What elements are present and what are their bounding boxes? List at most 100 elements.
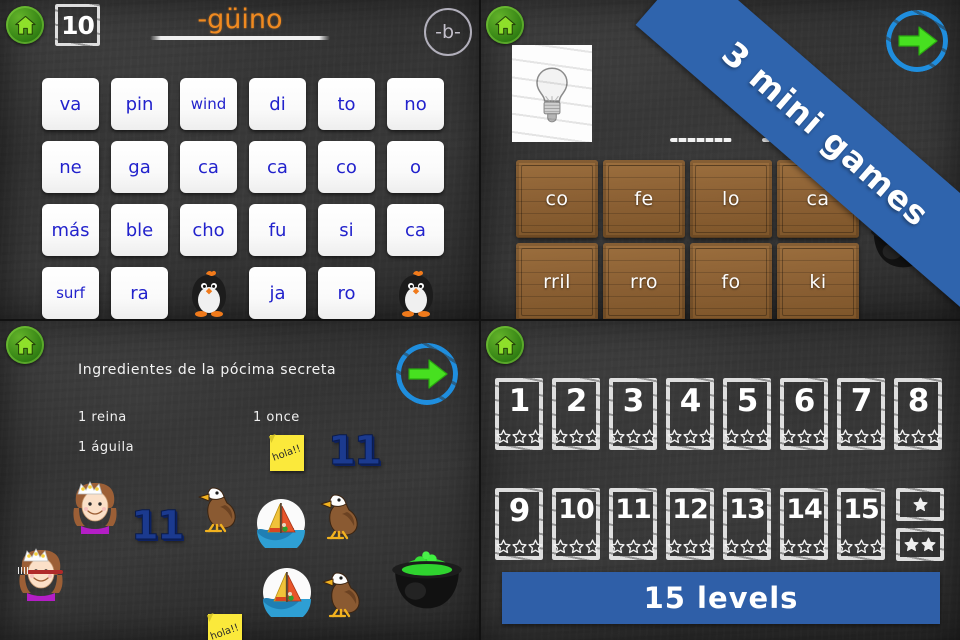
level-stars [723, 539, 771, 554]
star-empty-icon [511, 429, 527, 444]
syllable-card-text: o [409, 156, 421, 178]
syllable-card[interactable]: co [318, 141, 375, 193]
syllable-card[interactable]: ca [180, 141, 237, 193]
wooden-syllable-tile[interactable]: rril [516, 243, 598, 320]
home-icon [14, 335, 36, 355]
syllable-card[interactable]: ne [42, 141, 99, 193]
sailboat-sprite[interactable] [256, 498, 306, 554]
arrow-right-icon [408, 359, 448, 389]
syllable-card[interactable]: di [249, 78, 306, 130]
eagle-sprite[interactable] [318, 490, 362, 544]
number-sprite[interactable]: 11 [131, 503, 186, 550]
level-stars [609, 429, 657, 444]
eagle-icon [198, 487, 236, 533]
syllable-card[interactable]: más [42, 204, 99, 256]
syllable-card[interactable]: ja [249, 267, 306, 319]
level-tile[interactable]: 14 [780, 488, 828, 560]
level-tile[interactable]: 13 [723, 488, 771, 560]
arrow-right-icon [898, 26, 938, 56]
level-tile[interactable]: 10 [552, 488, 600, 560]
bonus-level-tile[interactable] [896, 488, 944, 521]
syllable-card[interactable]: ra [111, 267, 168, 319]
star-empty-icon [812, 539, 828, 554]
number-sprite[interactable]: 11 [328, 428, 383, 475]
level-tile[interactable]: 6 [780, 378, 828, 450]
syllable-card[interactable]: wind [180, 78, 237, 130]
sticky-note-text: hola!! [209, 621, 241, 640]
target-word: -güino [150, 4, 330, 40]
sticky-note[interactable]: hola!! [207, 613, 242, 640]
syllable-card[interactable]: fu [249, 204, 306, 256]
wooden-tile-text: fo [721, 271, 741, 293]
toothbrush-sprite[interactable] [18, 567, 66, 576]
level-tile[interactable]: 2 [552, 378, 600, 450]
home-button[interactable] [486, 6, 524, 44]
home-icon [494, 335, 516, 355]
home-button[interactable] [6, 326, 44, 364]
wooden-syllable-tile[interactable]: rro [603, 243, 685, 320]
syllable-card[interactable]: ga [111, 141, 168, 193]
wooden-syllable-tile[interactable]: co [516, 160, 598, 238]
syllable-card[interactable]: to [318, 78, 375, 130]
home-button[interactable] [486, 326, 524, 364]
star-empty-icon [926, 429, 942, 444]
syllable-card[interactable]: o [387, 141, 444, 193]
eagle-sprite[interactable] [196, 483, 240, 537]
syllable-card[interactable]: pin [111, 78, 168, 130]
star-empty-icon [723, 429, 739, 444]
star-empty-icon [796, 539, 812, 554]
star-empty-icon [837, 539, 853, 554]
syllable-card-text: si [339, 219, 354, 241]
level-tile[interactable]: 12 [666, 488, 714, 560]
queen-sprite[interactable] [70, 478, 120, 538]
syllable-card[interactable]: ca [387, 204, 444, 256]
level-tile[interactable]: 9 [495, 488, 543, 560]
level-tile[interactable]: 11 [609, 488, 657, 560]
wooden-syllable-tile[interactable]: fe [603, 160, 685, 238]
syllable-card[interactable]: cho [180, 204, 237, 256]
bonus-level-tile[interactable] [896, 528, 944, 561]
level-tile[interactable]: 3 [609, 378, 657, 450]
star-empty-icon [780, 429, 796, 444]
syllable-card-text: co [336, 156, 357, 178]
level-tile[interactable]: 5 [723, 378, 771, 450]
level-tile[interactable]: 8 [894, 378, 942, 450]
syllable-card-text: va [59, 93, 82, 115]
syllable-card[interactable]: si [318, 204, 375, 256]
level-tile-number: 11 [615, 494, 652, 525]
level-stars [723, 429, 771, 444]
eagle-sprite[interactable] [320, 568, 364, 622]
syllable-card[interactable]: ro [318, 267, 375, 319]
penguin-character[interactable] [180, 267, 237, 319]
syllable-card-text: cho [192, 219, 225, 241]
sailboat-sprite[interactable] [262, 567, 312, 623]
eagle-icon [320, 494, 358, 540]
star-empty-icon [894, 429, 910, 444]
next-button[interactable] [886, 10, 948, 72]
syllable-card[interactable]: no [387, 78, 444, 130]
level-stars [837, 539, 885, 554]
level-tile[interactable]: 1 [495, 378, 543, 450]
star-empty-icon [527, 539, 543, 554]
wooden-syllable-tile[interactable]: ki [777, 243, 859, 320]
answer-slot[interactable] [670, 138, 732, 142]
next-button[interactable] [396, 343, 458, 405]
hint-button[interactable] [512, 45, 592, 142]
syllable-card[interactable]: ca [249, 141, 306, 193]
wooden-syllable-tile[interactable]: fo [690, 243, 772, 320]
level-tile[interactable]: 4 [666, 378, 714, 450]
syllable-card-text: fu [268, 219, 287, 241]
home-button[interactable] [6, 6, 44, 44]
syllable-card[interactable]: ble [111, 204, 168, 256]
syllable-card[interactable]: surf [42, 267, 99, 319]
wooden-syllable-tile[interactable]: lo [690, 160, 772, 238]
panel-potion-ingredients: Ingredientes de la pócima secreta 1 rein… [0, 320, 480, 640]
level-stars [609, 539, 657, 554]
syllable-card[interactable]: va [42, 78, 99, 130]
level-tile[interactable]: 15 [837, 488, 885, 560]
level-tile-number: 13 [729, 494, 766, 525]
sticky-note[interactable]: hola!! [269, 434, 304, 471]
penguin-character[interactable] [387, 267, 444, 319]
letter-badge[interactable]: -b- [424, 8, 472, 56]
level-tile[interactable]: 7 [837, 378, 885, 450]
